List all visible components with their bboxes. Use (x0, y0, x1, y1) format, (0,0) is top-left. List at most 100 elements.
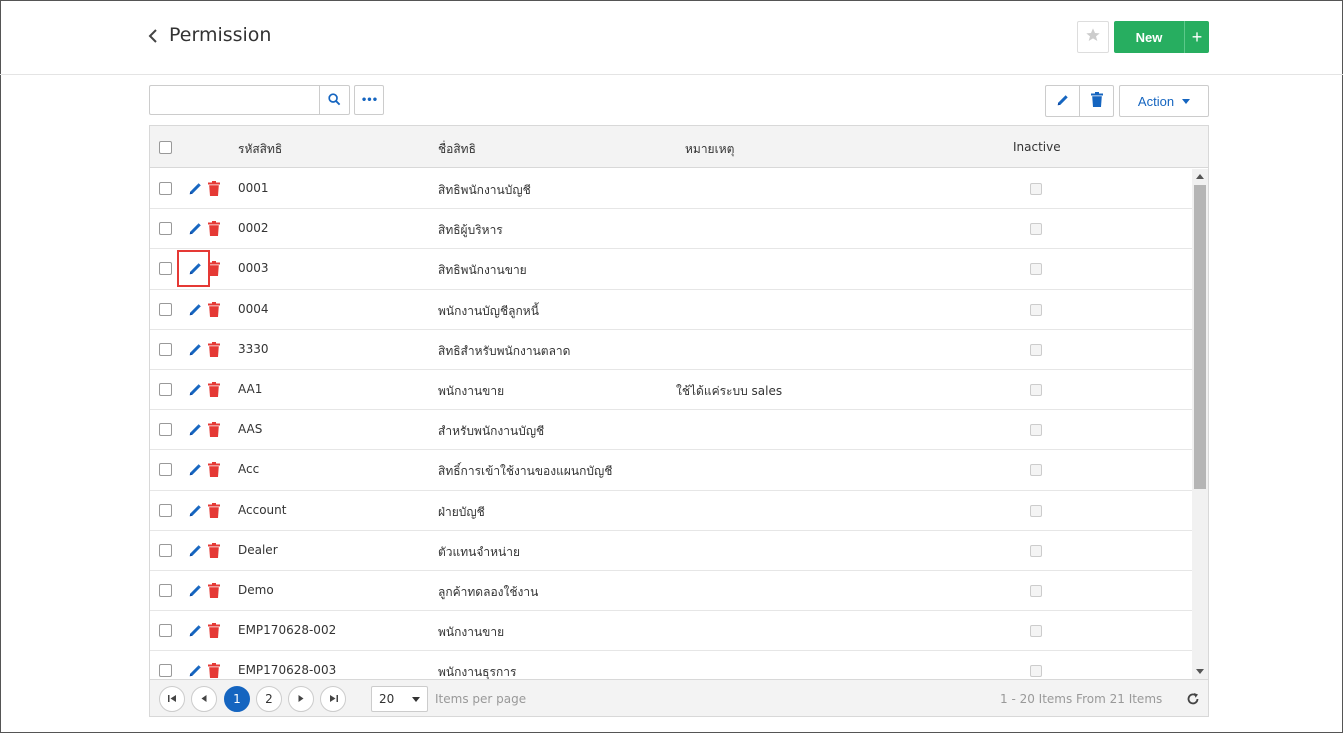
edit-row-pencil-icon[interactable] (188, 342, 204, 358)
delete-row-trash-icon[interactable] (208, 261, 222, 277)
row-checkbox[interactable] (159, 342, 172, 356)
row-checkbox[interactable] (159, 262, 172, 276)
row-inactive-checkbox (1030, 544, 1042, 557)
row-checkbox[interactable] (159, 302, 172, 316)
row-checkbox[interactable] (159, 382, 172, 396)
scroll-down-arrow-icon[interactable] (1196, 669, 1204, 674)
row-code: 0002 (238, 221, 269, 236)
table-row[interactable]: 0004 พนักงานบัญชีลูกหนี้ (150, 290, 1192, 330)
table-row[interactable]: 3330 สิทธิสำหรับพนักงานตลาด (150, 330, 1192, 370)
delete-row-trash-icon[interactable] (208, 221, 222, 237)
row-name: สิทธิ์การเข้าใช้งานของแผนกบัญชี (438, 464, 613, 479)
row-name: ตัวแทนจำหน่าย (438, 544, 521, 559)
delete-row-trash-icon[interactable] (208, 381, 222, 398)
new-dropdown-button[interactable]: + (1184, 21, 1209, 53)
column-header-code[interactable]: รหัสสิทธิ (238, 140, 282, 159)
table-row[interactable]: EMP170628-003 พนักงานธุรการ (150, 651, 1192, 679)
page-button-1[interactable]: 1 (224, 686, 250, 712)
chevron-left-icon[interactable] (146, 26, 162, 46)
delete-row-trash-icon[interactable] (208, 341, 222, 358)
action-label: Action (1137, 93, 1175, 109)
delete-row-trash-icon[interactable] (208, 623, 222, 639)
row-checkbox[interactable] (159, 463, 172, 477)
row-checkbox[interactable] (159, 423, 172, 437)
delete-row-trash-icon[interactable] (208, 582, 222, 599)
table-row[interactable]: AAS สำหรับพนักงานบัญชี (150, 410, 1192, 451)
table-row[interactable]: Account ฝ่ายบัญชี (150, 491, 1192, 531)
row-checkbox[interactable] (159, 222, 172, 236)
last-page-button[interactable] (320, 686, 346, 712)
row-checkbox[interactable] (159, 182, 172, 195)
row-checkbox[interactable] (159, 583, 172, 597)
row-inactive-checkbox (1030, 303, 1042, 316)
more-options-button[interactable]: ••• (354, 85, 384, 115)
trash-icon (1090, 91, 1103, 111)
scroll-up-arrow-icon[interactable] (1196, 174, 1204, 179)
new-button[interactable]: New (1114, 21, 1184, 53)
action-dropdown-button[interactable]: Action (1119, 85, 1209, 117)
delete-row-trash-icon[interactable] (208, 422, 222, 438)
edit-row-pencil-icon[interactable] (188, 583, 204, 599)
column-header-inactive[interactable]: Inactive (1013, 140, 1061, 154)
delete-row-trash-icon[interactable] (208, 542, 222, 559)
next-page-button[interactable] (288, 686, 314, 712)
row-checkbox[interactable] (159, 543, 172, 557)
row-checkbox[interactable] (159, 664, 172, 678)
edit-row-pencil-icon[interactable] (188, 623, 204, 639)
first-page-button[interactable] (159, 686, 185, 712)
table-row[interactable]: 0001 สิทธิพนักงานบัญชี (150, 169, 1192, 210)
favorite-button[interactable] (1077, 21, 1109, 53)
row-code: EMP170628-002 (238, 623, 337, 638)
delete-row-trash-icon[interactable] (208, 502, 222, 519)
edit-row-pencil-icon[interactable] (188, 503, 204, 519)
search-input[interactable] (149, 85, 320, 115)
row-code: 3330 (238, 341, 269, 356)
refresh-icon[interactable] (1186, 691, 1200, 705)
row-name: สิทธิผู้บริหาร (438, 223, 503, 238)
more-dots-icon: ••• (360, 94, 378, 106)
row-inactive-checkbox (1030, 343, 1042, 356)
page-size-select[interactable]: 20 (371, 686, 428, 712)
edit-row-pencil-icon[interactable] (188, 422, 204, 438)
edit-row-pencil-icon[interactable] (188, 663, 204, 679)
prev-page-button[interactable] (191, 686, 217, 712)
grid-header: รหัสสิทธิ ชื่อสิทธิ หมายเหตุ Inactive (150, 126, 1208, 168)
select-all-checkbox[interactable] (159, 141, 172, 154)
row-name: สิทธิพนักงานบัญชี (438, 183, 531, 197)
table-row[interactable]: EMP170628-002 พนักงานขาย (150, 611, 1192, 652)
row-name: พนักงานบัญชีลูกหนี้ (438, 303, 539, 318)
table-row[interactable]: 0003 สิทธิพนักงานขาย (150, 249, 1192, 290)
row-code: 0004 (238, 301, 269, 316)
column-header-note[interactable]: หมายเหตุ (685, 140, 734, 159)
page-size-value: 20 (379, 692, 395, 706)
first-page-icon (167, 692, 177, 706)
edit-row-pencil-icon[interactable] (188, 543, 204, 559)
edit-row-pencil-icon[interactable] (188, 382, 204, 398)
table-row[interactable]: Dealer ตัวแทนจำหน่าย (150, 531, 1192, 571)
edit-row-pencil-icon[interactable] (188, 302, 204, 318)
table-row[interactable]: Demo ลูกค้าทดลองใช้งาน (150, 571, 1192, 612)
row-checkbox[interactable] (159, 503, 172, 517)
edit-row-pencil-icon[interactable] (188, 221, 204, 237)
row-code: Demo (238, 582, 274, 597)
last-page-icon (329, 692, 338, 706)
vertical-scrollbar[interactable] (1192, 169, 1208, 679)
delete-row-trash-icon[interactable] (208, 301, 222, 318)
column-header-name[interactable]: ชื่อสิทธิ (438, 140, 476, 159)
search-button[interactable] (319, 85, 350, 115)
page-button-2[interactable]: 2 (256, 686, 282, 712)
row-checkbox[interactable] (159, 624, 172, 638)
toolbar-delete-button[interactable] (1079, 85, 1114, 117)
scroll-thumb[interactable] (1194, 185, 1206, 489)
table-row[interactable]: Acc สิทธิ์การเข้าใช้งานของแผนกบัญชี (150, 450, 1192, 491)
edit-highlight-box (177, 250, 210, 288)
table-row[interactable]: 0002 สิทธิผู้บริหาร (150, 209, 1192, 250)
delete-row-trash-icon[interactable] (208, 462, 222, 478)
edit-row-pencil-icon[interactable] (188, 181, 204, 197)
toolbar-edit-button[interactable] (1045, 85, 1080, 117)
delete-row-trash-icon[interactable] (208, 181, 222, 197)
row-code: Account (238, 502, 287, 517)
edit-row-pencil-icon[interactable] (188, 462, 204, 478)
table-row[interactable]: AA1 พนักงานขาย ใช้ได้แค่ระบบ sales (150, 370, 1192, 411)
delete-row-trash-icon[interactable] (208, 663, 222, 679)
